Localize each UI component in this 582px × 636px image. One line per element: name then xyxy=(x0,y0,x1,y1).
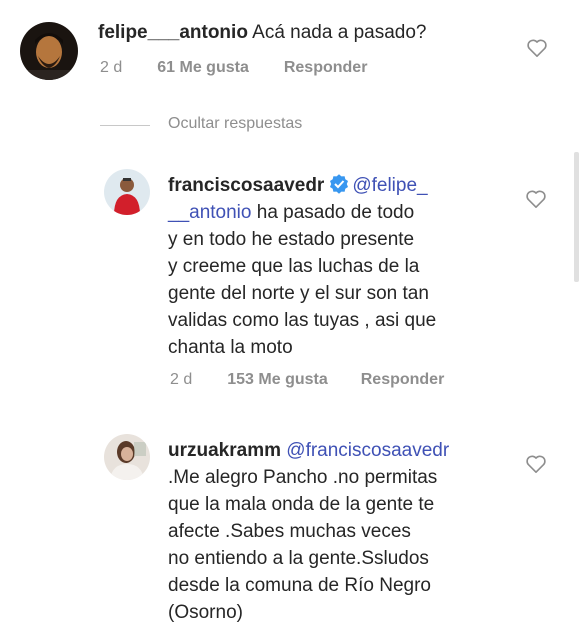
comment-text: felipe___antonio Acá nada a pasado? xyxy=(98,19,538,46)
comment-meta: 2 d 153 Me gusta Responder xyxy=(170,371,444,389)
avatar[interactable] xyxy=(20,22,78,80)
divider xyxy=(100,125,150,126)
comment-body: Acá nada a pasado? xyxy=(252,22,427,43)
comment-meta: 2 d 61 Me gusta Responder xyxy=(100,59,367,77)
scrollbar[interactable] xyxy=(574,152,579,282)
verified-badge-icon xyxy=(329,174,349,194)
comment-body-line: no entiendo a la gente.Ssludos xyxy=(168,548,429,569)
heart-outline-icon[interactable] xyxy=(525,189,547,209)
comment-username[interactable]: franciscosaavedr xyxy=(168,175,324,196)
comment-body-line: desde la comuna de Río Negro xyxy=(168,575,431,596)
reply-button[interactable]: Responder xyxy=(361,371,445,389)
comment-text: franciscosaavedr @felipe_ __antonio ha pa… xyxy=(168,172,538,361)
comment-username[interactable]: urzuakramm xyxy=(168,440,281,461)
heart-outline-icon[interactable] xyxy=(525,454,547,474)
reply-button[interactable]: Responder xyxy=(284,59,368,77)
comment-body-line: (Osorno) xyxy=(168,602,243,623)
comment-username[interactable]: felipe___antonio xyxy=(98,22,248,43)
comment-body-line: validas como las tuyas , asi que xyxy=(168,310,437,331)
comment-body-line: que la mala onda de la gente te xyxy=(168,494,435,515)
comment-body-line: .Me alegro Pancho .no permitas xyxy=(168,467,438,488)
hide-replies-button[interactable]: Ocultar respuestas xyxy=(168,115,302,133)
mention-link[interactable]: @felipe_ xyxy=(352,175,427,196)
avatar[interactable] xyxy=(104,434,150,480)
comment-time: 2 d xyxy=(170,371,193,388)
mention-link[interactable]: @franciscosaavedr xyxy=(286,440,449,461)
comment-body-line: y creeme que las luchas de la xyxy=(168,256,420,277)
comment-body-line: afecte .Sabes muchas veces xyxy=(168,521,411,542)
mention-link[interactable]: __antonio xyxy=(168,202,251,223)
comment-body-line: ha pasado de todo xyxy=(256,202,415,223)
comment-likes[interactable]: 61 Me gusta xyxy=(157,59,249,77)
comment-likes[interactable]: 153 Me gusta xyxy=(227,371,327,389)
comment-body-line: gente del norte y el sur son tan xyxy=(168,283,429,304)
comment-body-line: chanta la moto xyxy=(168,337,293,358)
avatar[interactable] xyxy=(104,169,150,215)
comment-body-line: y en todo he estado presente xyxy=(168,229,415,250)
heart-outline-icon[interactable] xyxy=(526,38,548,58)
comment-time: 2 d xyxy=(100,59,123,76)
comment-text: urzuakramm @franciscosaavedr .Me alegro … xyxy=(168,437,538,626)
